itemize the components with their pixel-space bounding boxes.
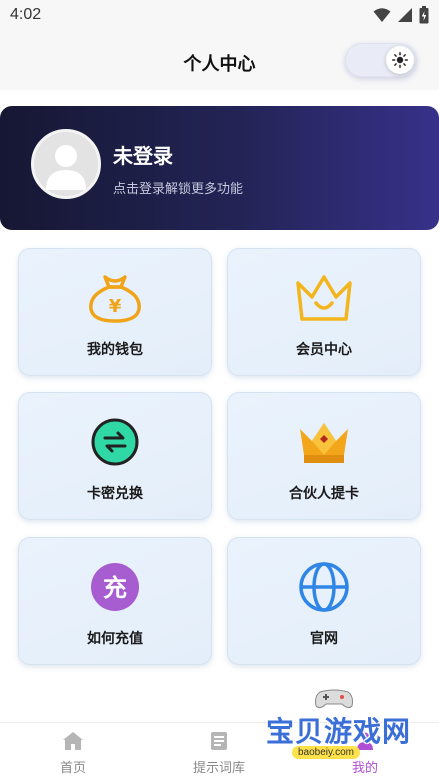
partner-card[interactable]: 合伙人提卡: [227, 392, 421, 520]
default-avatar-icon: [46, 145, 86, 190]
battery-icon: [419, 6, 429, 24]
svg-text:¥: ¥: [109, 296, 122, 317]
wallet-label: 我的钱包: [87, 342, 143, 358]
globe-icon: [299, 562, 349, 612]
status-time: 4:02: [10, 6, 42, 23]
status-icons: [373, 6, 429, 24]
watermark-url: baobeiy.com: [292, 746, 360, 759]
nav-prompt-library[interactable]: 提示词库: [159, 731, 279, 776]
nav-prompt-library-label: 提示词库: [192, 761, 245, 776]
login-status-title[interactable]: 未登录: [113, 140, 173, 169]
nav-home-label: 首页: [59, 761, 86, 776]
wallet-card[interactable]: ¥ 我的钱包: [18, 248, 212, 376]
svg-text:充: 充: [103, 574, 127, 602]
card-redeem-card[interactable]: 卡密兑换: [18, 392, 212, 520]
avatar[interactable]: [31, 129, 101, 199]
nav-home[interactable]: 首页: [13, 731, 133, 776]
watermark-text: 宝贝游戏网: [266, 715, 412, 748]
gamepad-icon: [315, 689, 353, 709]
theme-toggle[interactable]: [345, 43, 417, 77]
vip-center-card[interactable]: 会员中心: [227, 248, 421, 376]
recharge-card[interactable]: 充 如何充值: [18, 537, 212, 665]
gold-crown-icon: [300, 423, 348, 463]
signal-icon: [398, 8, 412, 22]
exchange-icon: [91, 418, 139, 466]
header: 个人中心: [0, 32, 439, 90]
sun-icon: [392, 52, 408, 68]
profile-card[interactable]: 未登录 点击登录解锁更多功能: [0, 106, 439, 230]
official-site-card[interactable]: 官网: [227, 537, 421, 665]
book-icon: [211, 732, 227, 750]
money-bag-icon: ¥: [89, 275, 141, 323]
status-bar: 4:02: [0, 0, 439, 32]
card-redeem-label: 卡密兑换: [87, 486, 143, 502]
recharge-label: 如何充值: [87, 631, 143, 647]
crown-icon: [296, 275, 352, 321]
recharge-icon: 充: [91, 563, 139, 611]
login-prompt[interactable]: 点击登录解锁更多功能: [113, 178, 243, 197]
wifi-icon: [373, 8, 391, 22]
toggle-knob[interactable]: [386, 46, 414, 74]
home-icon: [63, 732, 83, 750]
official-site-label: 官网: [310, 631, 338, 647]
vip-center-label: 会员中心: [296, 342, 352, 358]
partner-label: 合伙人提卡: [289, 486, 359, 502]
watermark: 宝贝游戏网 baobeiy.com: [262, 688, 422, 776]
